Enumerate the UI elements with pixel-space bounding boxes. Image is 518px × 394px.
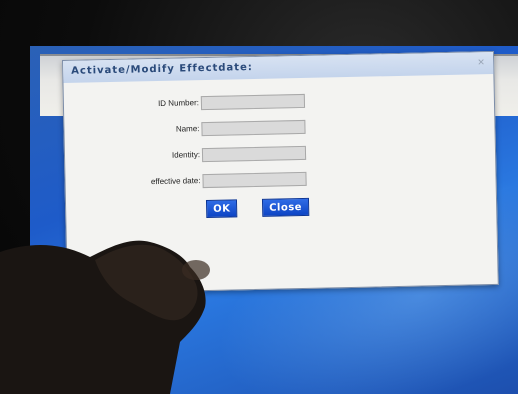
finger-overlay bbox=[0, 240, 210, 394]
identity-input[interactable] bbox=[201, 145, 307, 163]
field-id-number: ID Number: bbox=[64, 94, 199, 115]
name-input[interactable] bbox=[201, 119, 306, 137]
close-icon[interactable]: ✕ bbox=[475, 56, 487, 68]
identity-label: Identity: bbox=[171, 150, 201, 160]
effective-date-label: effective date: bbox=[150, 176, 201, 187]
field-identity: Identity: bbox=[65, 146, 200, 167]
id-number-label: ID Number: bbox=[157, 98, 200, 108]
name-label: Name: bbox=[175, 124, 200, 134]
id-number-input[interactable] bbox=[200, 93, 306, 111]
effective-date-input[interactable] bbox=[202, 171, 307, 189]
close-button[interactable]: Close bbox=[261, 197, 310, 217]
field-name: Name: bbox=[64, 120, 200, 141]
field-effective-date: effective date: bbox=[65, 172, 201, 193]
